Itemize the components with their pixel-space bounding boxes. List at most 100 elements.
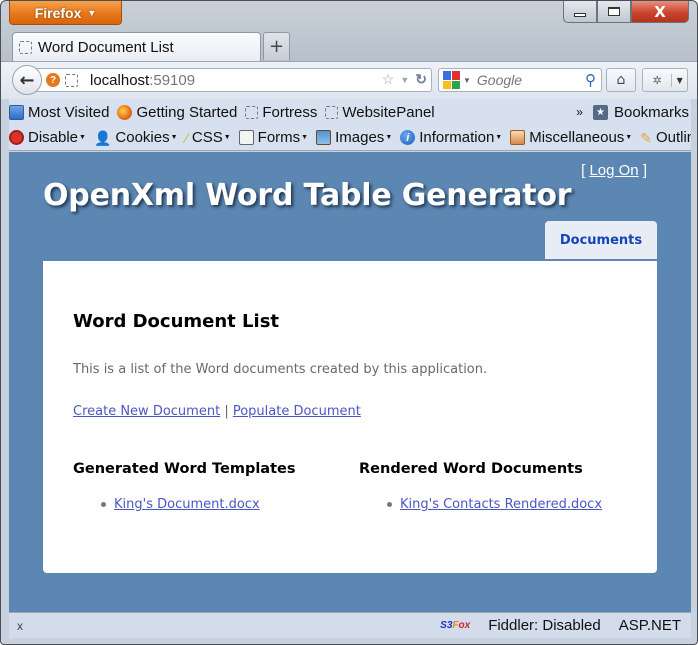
bullet-icon xyxy=(101,502,106,507)
back-button[interactable]: ← xyxy=(12,65,42,95)
dropdown-arrow-icon: ▼ xyxy=(223,134,231,141)
new-tab-button[interactable]: + xyxy=(263,32,290,60)
home-button[interactable]: ⌂ xyxy=(606,68,636,92)
navigation-toolbar: ← ? localhost:59109 ☆ ▼ ↻ ▼ Google ⚲ ⌂ ✲… xyxy=(1,61,697,99)
devtool-images[interactable]: Images ▼ xyxy=(316,129,392,146)
bookmark-star-icon[interactable]: ☆ xyxy=(382,71,395,88)
rendered-section: Rendered Word Documents King's Contacts … xyxy=(359,461,602,512)
populate-document-link[interactable]: Populate Document xyxy=(233,404,361,419)
search-bar[interactable]: ▼ Google ⚲ xyxy=(438,68,602,92)
firefox-menu-label: Firefox xyxy=(34,4,82,21)
miscellaneous-icon xyxy=(510,130,526,145)
template-file-link[interactable]: King's Document.docx xyxy=(114,497,260,512)
status-bar: x S3Fox Fiddler: Disabled ASP.NET xyxy=(9,612,691,638)
firefox-icon xyxy=(117,104,133,120)
close-icon: X xyxy=(654,2,666,21)
devtool-cookies[interactable]: 👤 Cookies ▼ xyxy=(94,129,178,146)
dropdown-arrow-icon: ▼ xyxy=(495,134,503,141)
rendered-list: King's Contacts Rendered.docx xyxy=(359,497,602,512)
page-heading: Word Document List xyxy=(73,311,280,332)
devtool-label: Miscellaneous xyxy=(529,129,625,146)
dropdown-arrow-icon: ▼ xyxy=(301,134,309,141)
overflow-chevron-icon[interactable]: » xyxy=(576,105,583,119)
search-engine-dropdown-icon[interactable]: ▼ xyxy=(463,76,471,85)
dropdown-arrow-icon: ▼ xyxy=(79,134,86,141)
devtool-css[interactable]: ⁄ CSS ▼ xyxy=(186,129,231,146)
firefox-menu-button[interactable]: Firefox ▼ xyxy=(9,1,122,25)
close-icon[interactable]: x xyxy=(17,619,23,633)
bookmark-most-visited[interactable]: Most Visited xyxy=(9,104,109,121)
templates-list: King's Document.docx xyxy=(73,497,295,512)
devtool-label: Forms xyxy=(257,129,301,146)
history-dropdown-icon[interactable]: ▼ xyxy=(400,75,409,85)
search-icon[interactable]: ⚲ xyxy=(585,71,596,89)
bookmarks-menu-button[interactable]: Bookmarks xyxy=(614,104,689,121)
url-bar-buttons: ☆ ▼ ↻ xyxy=(382,71,427,88)
rendered-heading: Rendered Word Documents xyxy=(359,461,583,477)
site-identity-icon[interactable]: ? xyxy=(46,73,60,87)
s3fox-icon[interactable]: S3Fox xyxy=(440,620,470,631)
addon-button[interactable]: ✲ ▼ xyxy=(642,68,688,92)
maximize-button[interactable] xyxy=(597,1,631,23)
dropdown-arrow-icon: ▼ xyxy=(170,134,178,141)
most-visited-icon xyxy=(9,104,24,120)
arrow-left-icon: ← xyxy=(19,69,35,91)
log-on-link[interactable]: Log On xyxy=(589,162,638,179)
maximize-icon xyxy=(608,7,620,16)
bookmark-label: Most Visited xyxy=(28,103,110,121)
close-window-button[interactable]: X xyxy=(631,1,689,23)
bookmarks-star-icon: ★ xyxy=(592,104,608,120)
disable-icon xyxy=(9,130,24,145)
bookmark-label: Getting Started xyxy=(136,103,238,121)
devtool-outline[interactable]: ✎ Outline xyxy=(640,129,691,146)
devtool-forms[interactable]: Forms ▼ xyxy=(238,129,309,146)
bookmark-label: WebsitePanel xyxy=(342,103,435,121)
logon-area: [ Log On ] xyxy=(581,162,647,179)
bookmark-fortress[interactable]: Fortress xyxy=(245,104,317,121)
page-icon xyxy=(19,41,32,54)
devtool-label: Information xyxy=(419,129,495,146)
minimize-button[interactable] xyxy=(563,1,597,23)
create-new-document-link[interactable]: Create New Document xyxy=(73,404,220,419)
plus-icon: + xyxy=(268,36,285,57)
reload-icon[interactable]: ↻ xyxy=(415,71,427,88)
google-icon[interactable] xyxy=(443,71,460,89)
tab-word-document-list[interactable]: Word Document List xyxy=(12,32,261,62)
devtool-label: CSS xyxy=(191,129,223,146)
chevron-down-icon[interactable]: ▼ xyxy=(672,76,687,85)
page-icon xyxy=(65,73,78,87)
devtool-label: Disable xyxy=(28,129,79,146)
bookmark-websitepanel[interactable]: WebsitePanel xyxy=(325,103,435,121)
firebug-icon[interactable]: ✲ xyxy=(643,73,673,87)
devtool-information[interactable]: i Information ▼ xyxy=(400,129,502,146)
rendered-file-link[interactable]: King's Contacts Rendered.docx xyxy=(400,497,602,512)
page-icon xyxy=(325,105,339,119)
status-bar-addons: S3Fox Fiddler: Disabled ASP.NET xyxy=(440,617,681,634)
page-icon xyxy=(245,105,259,119)
bookmark-getting-started[interactable]: Getting Started xyxy=(117,104,237,121)
site-title: OpenXml Word Table Generator xyxy=(43,178,572,213)
minimize-icon xyxy=(574,12,586,17)
devtool-label: Cookies xyxy=(115,129,170,146)
tab-title: Word Document List xyxy=(38,39,174,56)
page-content: [ Log On ] OpenXml Word Table Generator … xyxy=(9,152,691,612)
window-controls: X xyxy=(563,1,689,23)
url-bar[interactable]: ? localhost:59109 ☆ ▼ ↻ xyxy=(29,68,432,92)
devtool-label: Outline xyxy=(655,129,691,146)
bookmarks-toolbar: Most Visited Getting Started Fortress We… xyxy=(9,99,691,125)
main-panel: Word Document List This is a list of the… xyxy=(43,261,657,573)
fiddler-status[interactable]: Fiddler: Disabled xyxy=(488,617,601,634)
css-icon: ⁄ xyxy=(185,130,188,146)
cookie-icon: 👤 xyxy=(93,130,112,146)
templates-heading: Generated Word Templates xyxy=(73,461,296,477)
information-icon: i xyxy=(400,130,416,145)
url-host: localhost xyxy=(90,71,150,89)
devtool-miscellaneous[interactable]: Miscellaneous ▼ xyxy=(510,129,632,146)
bracket-close: ] xyxy=(642,162,647,179)
forms-icon xyxy=(238,130,254,145)
devtool-disable[interactable]: Disable ▼ xyxy=(9,129,86,146)
dropdown-arrow-icon: ▼ xyxy=(385,134,393,141)
aspnet-status[interactable]: ASP.NET xyxy=(619,617,681,634)
menu-tab-documents[interactable]: Documents xyxy=(545,221,657,259)
link-separator: | xyxy=(224,404,229,419)
